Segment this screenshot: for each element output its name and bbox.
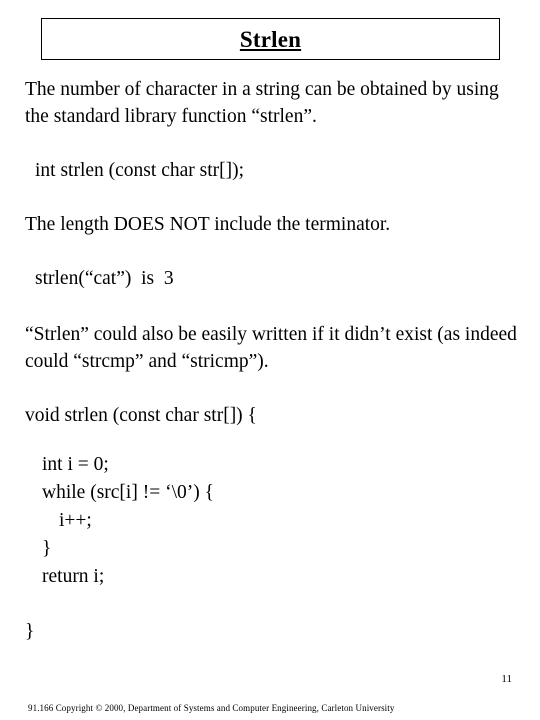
code-line-closing-brace: } xyxy=(25,621,35,642)
page-title: Strlen xyxy=(239,26,302,52)
page-number: 11 xyxy=(501,673,512,685)
slide-title-box: Strlen xyxy=(41,18,500,60)
slide: Strlen The number of character in a stri… xyxy=(0,0,540,720)
code-line: i++; xyxy=(59,510,92,531)
paragraph-terminator-note: The length DOES NOT include the terminat… xyxy=(25,214,391,235)
code-line: return i; xyxy=(42,566,105,587)
code-line: while (src[i] != ‘\0’) { xyxy=(42,482,214,503)
code-line: int i = 0; xyxy=(42,454,109,475)
code-prototype-line: int strlen (const char str[]); xyxy=(35,160,245,181)
example-strlen-cat: strlen(“cat”) is 3 xyxy=(35,268,174,289)
footer-copyright: 91.166 Copyright © 2000, Department of S… xyxy=(28,703,395,713)
paragraph-intro: The number of character in a string can … xyxy=(25,79,504,127)
paragraph-could-be-written: “Strlen” could also be easily written if… xyxy=(25,324,522,372)
slide-body: The number of character in a string can … xyxy=(0,76,540,646)
code-line: } xyxy=(42,538,52,559)
code-block: void strlen (const char str[]) { int i =… xyxy=(0,402,540,646)
code-line-signature: void strlen (const char str[]) { xyxy=(25,405,257,426)
